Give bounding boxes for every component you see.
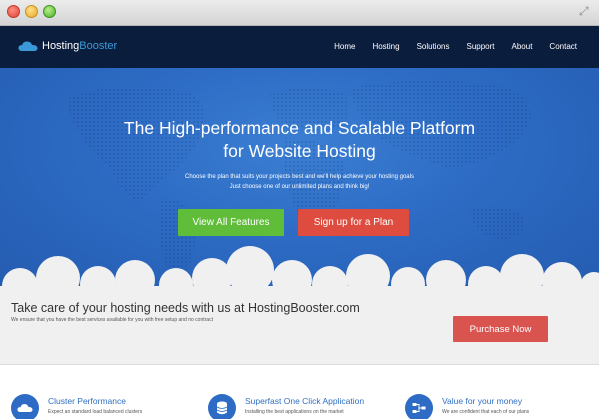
features-section: Cluster Performance Expect an standard l… [0, 366, 599, 419]
cloud-icon [11, 394, 39, 419]
logo-text-hosting: Hosting [42, 40, 80, 52]
hero-subtitle-line1: Choose the plan that suits your projects… [185, 174, 414, 180]
logo-text-booster: Booster [79, 40, 118, 52]
purchase-now-button[interactable]: Purchase Now [453, 316, 548, 342]
cta-section: Take care of your hosting needs with us … [0, 290, 599, 365]
window-titlebar: ⤢ [0, 0, 599, 26]
nav-support[interactable]: Support [466, 42, 494, 51]
expand-arrows-icon[interactable]: ⤢ [579, 4, 593, 18]
nav-hosting[interactable]: Hosting [372, 42, 399, 51]
hero-title-line2: for Website Hosting [223, 141, 376, 161]
hero-title: The High-performance and Scalable Platfo… [0, 117, 599, 163]
minimize-button[interactable] [25, 5, 38, 18]
close-button[interactable] [7, 5, 20, 18]
feature-description: We are confident that each of our plans [442, 409, 530, 415]
feature-description: Installing the best applications on the … [245, 409, 344, 415]
nav-about[interactable]: About [512, 42, 533, 51]
feature-description: Expect an standard load balanced cluster… [48, 409, 143, 415]
hero-subtitle-line2: Just choose one of our unlimited plans a… [229, 184, 370, 190]
feature-title[interactable]: Cluster Performance [48, 396, 126, 406]
nav-contact[interactable]: Contact [549, 42, 577, 51]
nav-solutions[interactable]: Solutions [417, 42, 450, 51]
logo[interactable]: HostingBooster [18, 40, 117, 52]
nav-home[interactable]: Home [334, 42, 355, 51]
view-features-button[interactable]: View All Features [178, 209, 284, 236]
network-icon [405, 394, 433, 419]
signup-plan-button[interactable]: Sign up for a Plan [298, 209, 409, 236]
clouds-decoration [0, 246, 599, 290]
hero-title-line1: The High-performance and Scalable Platfo… [123, 118, 476, 138]
nav-links: Home Hosting Solutions Support About Con… [317, 42, 577, 51]
database-icon [208, 394, 236, 419]
hero-section: The High-performance and Scalable Platfo… [0, 68, 599, 290]
hero-subtitle: Choose the plan that suits your projects… [0, 172, 599, 192]
feature-title[interactable]: Superfast One Click Application [245, 396, 364, 406]
zoom-button[interactable] [43, 5, 56, 18]
cta-title: Take care of your hosting needs with us … [11, 301, 360, 315]
cta-subtitle: We ensure that you have the best service… [11, 317, 213, 323]
cloud-icon [18, 41, 38, 51]
navbar: HostingBooster Home Hosting Solutions Su… [0, 26, 599, 68]
feature-title[interactable]: Value for your money [442, 396, 522, 406]
logo-text: HostingBooster [42, 40, 117, 52]
